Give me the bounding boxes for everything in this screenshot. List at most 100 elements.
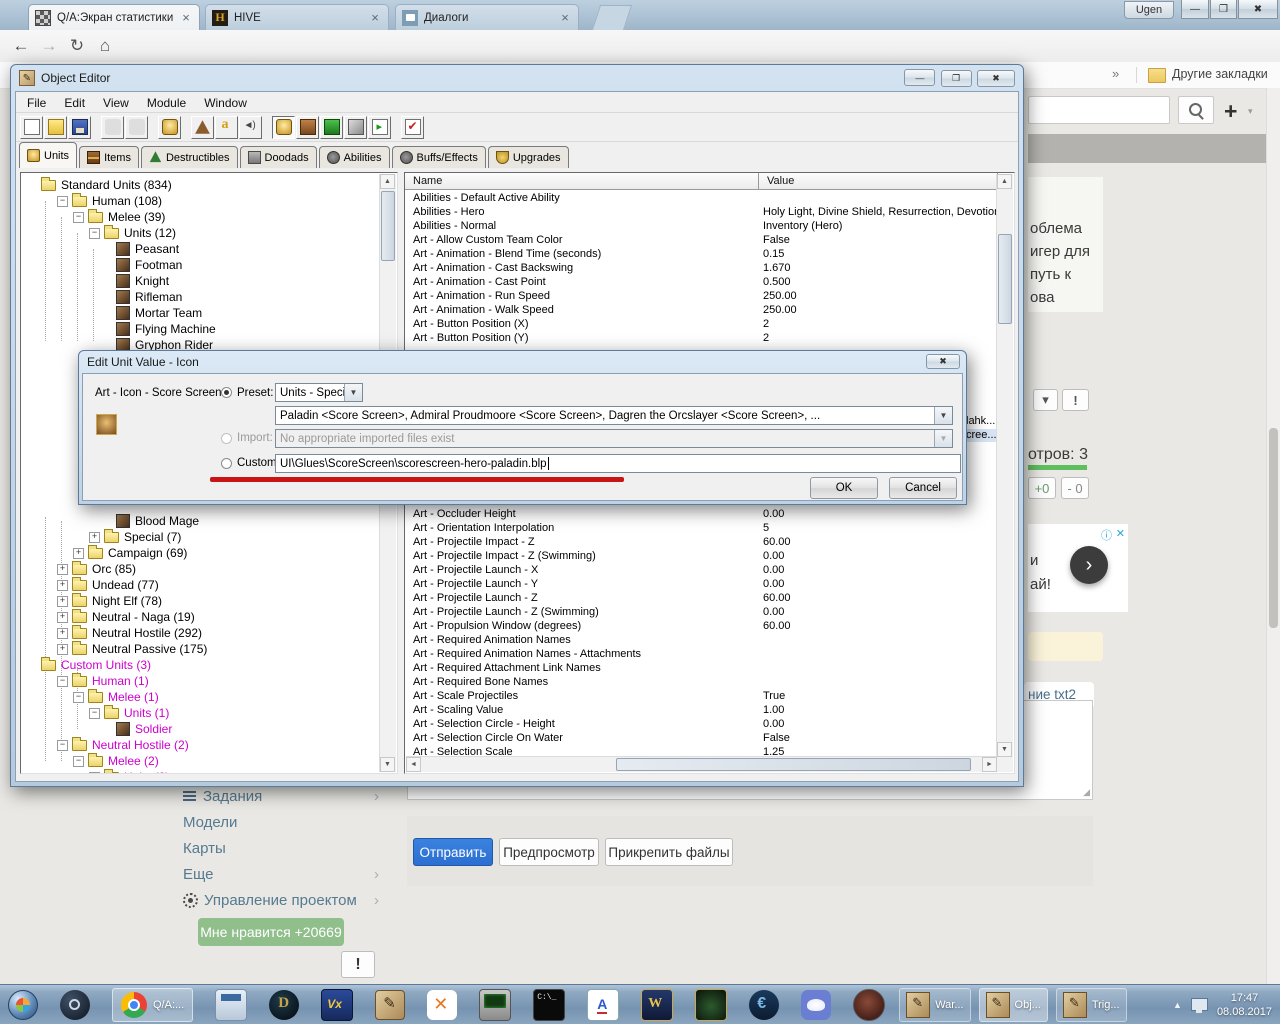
open-button[interactable] bbox=[44, 115, 67, 139]
back-icon[interactable]: ← bbox=[8, 33, 34, 59]
resize-handle-icon[interactable]: ◢ bbox=[1083, 787, 1090, 798]
tree-item[interactable]: Standard Units (834) bbox=[41, 176, 172, 193]
table-row[interactable]: Art - Projectile Launch - Z 60.00 bbox=[405, 592, 985, 606]
sidebar-item-2[interactable]: Модели bbox=[183, 810, 379, 834]
scrollbar-thumb[interactable] bbox=[998, 234, 1012, 324]
tab-buffseffects[interactable]: Buffs/Effects bbox=[391, 146, 486, 168]
tree-expand-box[interactable]: + bbox=[73, 547, 84, 559]
dialog-titlebar[interactable]: Edit Unit Value - Icon ✖ bbox=[79, 351, 966, 373]
sidebar-item-5[interactable]: Управление проектом › bbox=[183, 888, 379, 912]
table-scrollbar-horizontal[interactable]: ◄ ► bbox=[406, 756, 997, 772]
preset-value-select[interactable]: Paladin <Score Screen>, Admiral Proudmoo… bbox=[275, 406, 953, 425]
tab-close-icon[interactable]: × bbox=[368, 11, 382, 24]
scroll-right-icon[interactable]: ► bbox=[982, 757, 997, 772]
tree-item[interactable]: Soldier bbox=[105, 721, 172, 737]
import-radio[interactable] bbox=[221, 433, 232, 444]
tree-item[interactable]: Knight bbox=[105, 273, 169, 289]
scroll-up-icon[interactable]: ▲ bbox=[380, 174, 395, 189]
tab-abilities[interactable]: Abilities bbox=[318, 146, 390, 168]
tab-doodads[interactable]: Doodads bbox=[239, 146, 317, 168]
browser-restore-button[interactable]: ❐ bbox=[1210, 0, 1237, 19]
wow-icon[interactable] bbox=[641, 988, 674, 1021]
tree-item[interactable]: + Campaign (69) bbox=[73, 544, 187, 561]
tree-item[interactable]: + Orc (85) bbox=[57, 560, 136, 577]
tree-item[interactable]: − Human (108) bbox=[57, 192, 162, 209]
tab-upgrades[interactable]: Upgrades bbox=[487, 146, 569, 168]
add-button[interactable]: + bbox=[1224, 98, 1237, 125]
discord-icon[interactable] bbox=[801, 989, 832, 1020]
table-row[interactable]: Art - Projectile Impact - Z (Swimming) 0.… bbox=[405, 550, 985, 564]
reload-icon[interactable]: ↻ bbox=[64, 33, 90, 59]
vote-up-button[interactable]: +0 bbox=[1028, 477, 1056, 499]
tab-close-icon[interactable]: × bbox=[179, 11, 193, 24]
menu-view[interactable]: View bbox=[94, 96, 138, 110]
tree-item[interactable]: Custom Units (3) bbox=[41, 656, 151, 673]
steam-icon[interactable] bbox=[60, 989, 90, 1020]
trigger-module-button[interactable] bbox=[320, 115, 343, 139]
table-row[interactable]: Art - Selection Circle - Height 0.00 bbox=[405, 718, 985, 732]
text-button[interactable] bbox=[215, 115, 238, 139]
terminal-icon[interactable] bbox=[533, 988, 566, 1021]
home-icon[interactable]: ⌂ bbox=[92, 33, 118, 59]
profile-button[interactable]: Ugen bbox=[1124, 1, 1174, 19]
tree-item[interactable]: − Neutral Hostile (2) bbox=[57, 736, 189, 753]
other-bookmarks-label[interactable]: Другие закладки bbox=[1172, 67, 1268, 81]
table-row[interactable]: Art - Button Position (Y) 2 bbox=[405, 332, 985, 346]
start-button[interactable] bbox=[8, 989, 38, 1020]
tree-item[interactable]: + Neutral Hostile (292) bbox=[57, 624, 202, 641]
tree-expand-box[interactable]: + bbox=[57, 643, 68, 655]
network-icon[interactable] bbox=[1190, 998, 1208, 1013]
save-button[interactable] bbox=[68, 115, 91, 139]
table-row[interactable]: Art - Allow Custom Team Color False bbox=[405, 234, 985, 248]
tree-expand-box[interactable]: + bbox=[89, 531, 100, 543]
table-row[interactable]: Art - Propulsion Window (degrees) 60.00 bbox=[405, 620, 985, 634]
tab-close-icon[interactable]: × bbox=[558, 11, 572, 24]
ad-next-button[interactable]: › bbox=[1070, 546, 1108, 584]
table-row[interactable]: Art - Occluder Height 0.00 bbox=[405, 508, 985, 522]
tray-expand-icon[interactable]: ▲ bbox=[1173, 1000, 1182, 1010]
editor-minimize-button[interactable]: — bbox=[904, 69, 936, 86]
table-row[interactable]: Abilities - Normal Inventory (Hero) bbox=[405, 220, 985, 234]
tree-expand-box[interactable]: + bbox=[57, 611, 68, 623]
table-scrollbar-vertical[interactable]: ▲ ▼ bbox=[996, 174, 1013, 757]
avatar-icon[interactable] bbox=[853, 988, 886, 1021]
scrollbar-thumb[interactable] bbox=[616, 758, 971, 771]
bookmarks-overflow-icon[interactable]: » bbox=[1112, 66, 1119, 81]
tree-expand-box[interactable]: − bbox=[89, 227, 100, 239]
table-row[interactable]: Art - Required Bone Names bbox=[405, 676, 985, 690]
tree-item[interactable]: Footman bbox=[105, 257, 182, 273]
tree-item[interactable]: + Undead (77) bbox=[57, 576, 159, 593]
units-module-button[interactable] bbox=[272, 115, 295, 139]
tree-expand-box[interactable]: − bbox=[73, 211, 84, 223]
browser-close-button[interactable]: ✖ bbox=[1238, 0, 1278, 19]
ad-close-icon[interactable]: ✕ bbox=[1116, 527, 1125, 540]
scroll-left-icon[interactable]: ◄ bbox=[406, 757, 421, 772]
tab-units[interactable]: Units bbox=[19, 142, 78, 168]
tree-item[interactable]: − Melee (39) bbox=[73, 208, 165, 225]
site-search-input[interactable] bbox=[1028, 96, 1170, 124]
scroll-up-icon[interactable]: ▲ bbox=[997, 174, 1012, 189]
tree-expand-box[interactable]: − bbox=[73, 691, 84, 703]
cancel-button[interactable]: Cancel bbox=[889, 477, 957, 499]
taskbar-chrome-button[interactable]: Q/A:... bbox=[112, 987, 194, 1022]
table-row[interactable]: Art - Orientation Interpolation 5 bbox=[405, 522, 985, 536]
browser-tab-hive[interactable]: H HIVE × bbox=[205, 4, 389, 30]
scroll-down-icon[interactable]: ▼ bbox=[380, 757, 395, 772]
tree-item[interactable]: − Human (1) bbox=[57, 672, 149, 689]
tree-item[interactable]: + Special (7) bbox=[89, 528, 181, 545]
world-editor-icon[interactable] bbox=[375, 989, 406, 1020]
unit-manager-button[interactable] bbox=[158, 115, 181, 139]
tree-item[interactable]: Blood Mage bbox=[105, 513, 199, 529]
like-button[interactable]: Мне нравится +20669 bbox=[198, 918, 344, 946]
terrain-button[interactable] bbox=[191, 115, 214, 139]
sound-button[interactable] bbox=[239, 115, 262, 139]
document-icon[interactable] bbox=[587, 988, 620, 1021]
tree-expand-box[interactable]: − bbox=[57, 739, 68, 751]
cheat-engine-icon[interactable] bbox=[749, 989, 780, 1020]
tree-item[interactable]: + Neutral Passive (175) bbox=[57, 640, 207, 657]
ad-info-icon[interactable]: ⓘ bbox=[1101, 527, 1112, 543]
chevron-down-icon[interactable]: ▼ bbox=[934, 407, 952, 424]
forward-icon[interactable]: → bbox=[36, 33, 62, 59]
tree-item[interactable]: + Night Elf (78) bbox=[57, 592, 162, 609]
table-row[interactable]: Art - Selection Circle On Water False bbox=[405, 732, 985, 746]
